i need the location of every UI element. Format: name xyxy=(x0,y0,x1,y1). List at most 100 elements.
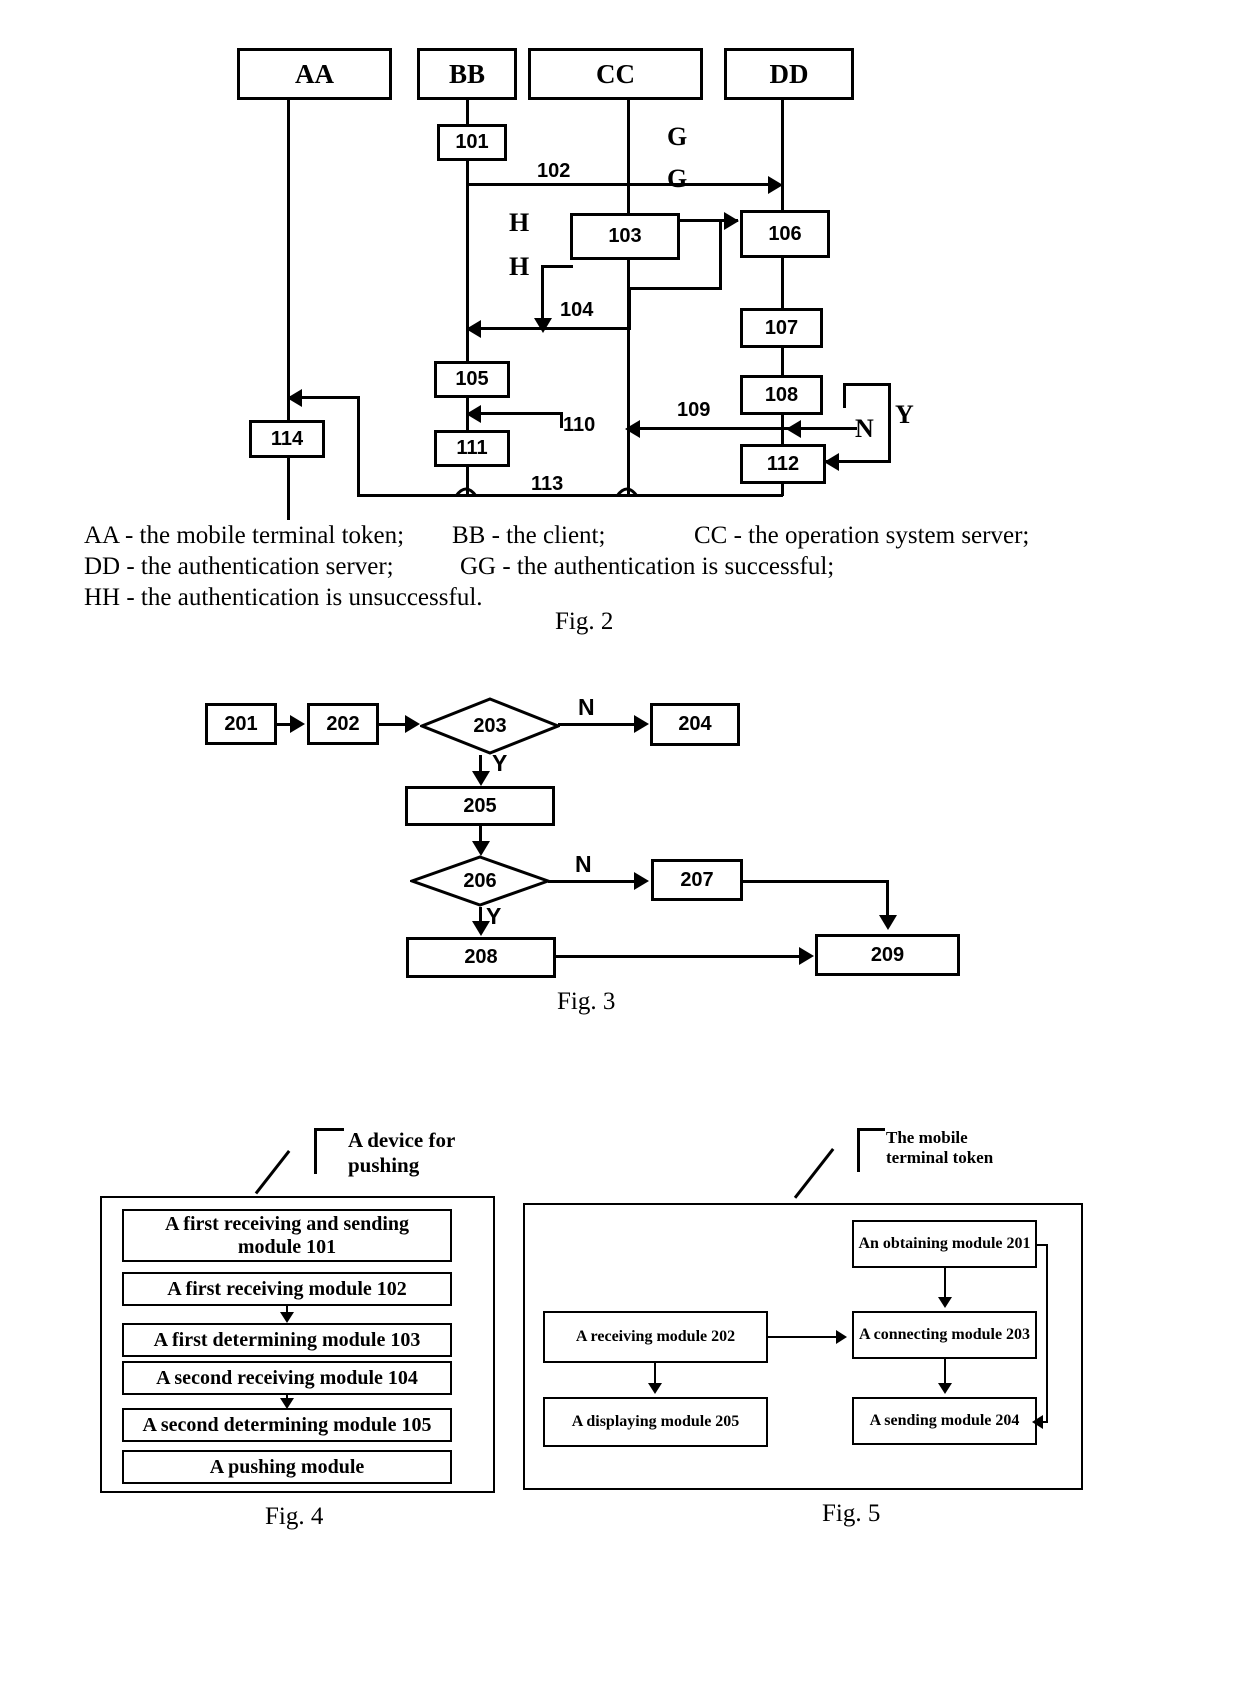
patent-figure-sheet: AA BB CC DD 101 103 106 107 108 112 105 … xyxy=(0,0,1240,1691)
fig5-module-receiving: A receiving module 202 xyxy=(543,1311,768,1363)
fig5-arrow-connecting-sending xyxy=(938,1383,952,1394)
fig5-conn-loop-bottom xyxy=(1043,1421,1048,1423)
fig2-arrow-109 xyxy=(625,420,640,438)
fig2-step-114: 114 xyxy=(249,420,325,458)
fig2-step-103: 103 xyxy=(570,213,680,260)
fig3-conn-202-203 xyxy=(379,723,407,726)
fig2-glyph-y: Y xyxy=(895,400,914,429)
fig3-conn-208-209 xyxy=(556,955,801,958)
fig2-arrow-104-bb xyxy=(466,320,481,338)
fig3-arrow-207-209 xyxy=(879,915,897,930)
fig3-node-207-label: 207 xyxy=(680,868,714,891)
fig2-step-101-label: 101 xyxy=(455,131,489,153)
fig2-step-112-label: 112 xyxy=(766,452,800,475)
fig3-arrow-206-207 xyxy=(634,872,649,890)
fig2-legend-dd: DD - the authentication server; xyxy=(84,553,394,580)
fig2-step-107-label: 107 xyxy=(764,316,799,339)
fig3-edge-203-yes: Y xyxy=(492,750,508,776)
fig3-node-203-label: 203 xyxy=(473,714,507,737)
fig2-step-109-label: 109 xyxy=(677,399,711,421)
fig3-node-208: 208 xyxy=(406,937,556,978)
fig2-lane-label-aa: AA xyxy=(295,58,334,89)
fig2-step-114-label: 114 xyxy=(270,427,304,450)
fig2-glyph-g1: G xyxy=(667,122,688,151)
fig2-caption: Fig. 2 xyxy=(555,608,614,635)
fig3-conn-207-209-v xyxy=(886,880,889,916)
fig2-conn-ny-top xyxy=(843,383,891,386)
fig3-node-202: 202 xyxy=(307,703,379,745)
fig2-step-108: 108 xyxy=(740,375,823,415)
fig4-arrow-104-105 xyxy=(280,1398,294,1409)
fig4-module-102-label: A first receiving module 102 xyxy=(167,1277,407,1300)
fig3-arrow-203-205 xyxy=(472,771,490,786)
fig3-arrow-208-209 xyxy=(799,947,814,965)
fig3-conn-205-206 xyxy=(479,826,482,842)
fig2-conn-ny-stub xyxy=(843,383,846,408)
fig3-node-208-label: 208 xyxy=(464,946,498,968)
fig3-conn-207-209-h xyxy=(743,880,889,883)
fig2-step-107: 107 xyxy=(740,308,823,348)
fig2-step-110-label: 110 xyxy=(563,414,596,436)
fig3-node-206-label: 206 xyxy=(463,869,497,892)
fig2-conn-cc-branch xyxy=(628,287,631,329)
fig4-module-104: A second receiving module 104 xyxy=(122,1361,452,1395)
fig3-node-201-label: 201 xyxy=(224,712,258,735)
fig3-edge-206-no: N xyxy=(575,851,592,877)
fig4-module-103-label: A first determining module 103 xyxy=(153,1328,421,1351)
fig3-arrow-203-204 xyxy=(634,715,649,733)
fig4-module-pushing-label: A pushing module xyxy=(209,1455,365,1478)
fig2-step-104-label: 104 xyxy=(560,299,594,321)
fig5-module-sending-label: A sending module 204 xyxy=(869,1411,1020,1429)
fig3-node-203: 203 xyxy=(420,697,560,755)
fig2-arrow-102 xyxy=(768,176,783,194)
fig4-module-103: A first determining module 103 xyxy=(122,1323,452,1357)
fig2-arrow-ny-bottom xyxy=(824,453,839,471)
fig2-step-108-label: 108 xyxy=(764,383,799,406)
fig3-node-201: 201 xyxy=(205,703,277,745)
fig5-title-bracket-h xyxy=(857,1128,885,1131)
fig5-module-connecting-label: A connecting module 203 xyxy=(858,1325,1031,1343)
fig5-module-sending: A sending module 204 xyxy=(852,1397,1037,1445)
fig2-lane-header-dd: DD xyxy=(724,48,854,100)
fig2-step-106-label: 106 xyxy=(768,222,802,245)
fig3-node-202-label: 202 xyxy=(326,712,360,735)
fig3-arrow-202-203 xyxy=(405,715,420,733)
fig2-arrow-109b xyxy=(786,420,801,438)
fig2-arrow-104 xyxy=(534,318,552,333)
fig4-title-leader xyxy=(254,1150,291,1195)
fig3-conn-201-202 xyxy=(277,723,291,726)
fig4-title-bracket-v xyxy=(314,1128,317,1174)
fig2-step-111-label: 111 xyxy=(456,437,488,459)
fig2-legend-bb: BB - the client; xyxy=(452,522,606,549)
fig4-module-101-label: A first receiving and sending module 101 xyxy=(164,1212,410,1258)
fig5-module-displaying: A displaying module 205 xyxy=(543,1397,768,1447)
fig4-module-105: A second determining module 105 xyxy=(122,1408,452,1442)
fig2-legend-hh: HH - the authentication is unsuccessful. xyxy=(84,584,483,611)
fig2-conn-113 xyxy=(357,494,783,497)
fig3-node-205-label: 205 xyxy=(463,794,497,817)
fig3-node-204: 204 xyxy=(650,703,740,746)
fig2-step-111: 111 xyxy=(434,430,510,467)
fig2-glyph-h2: H xyxy=(509,252,530,281)
fig4-arrow-102-103 xyxy=(280,1312,294,1323)
fig4-caption: Fig. 4 xyxy=(265,1503,324,1530)
fig2-glyph-n: N xyxy=(855,414,874,443)
fig4-title: A device for pushing xyxy=(348,1128,456,1178)
fig2-glyph-h1: H xyxy=(509,208,530,237)
fig2-conn-104-down xyxy=(541,265,544,325)
fig2-step-106: 106 xyxy=(740,210,830,258)
fig5-title-leader xyxy=(793,1148,835,1199)
fig5-conn-obtaining-connecting xyxy=(944,1268,946,1300)
fig3-arrow-205-206 xyxy=(472,841,490,856)
fig2-conn-102 xyxy=(466,183,776,186)
fig4-module-pushing: A pushing module xyxy=(122,1450,452,1484)
fig3-node-204-label: 204 xyxy=(678,713,712,735)
fig4-module-104-label: A second receiving module 104 xyxy=(156,1366,418,1389)
fig5-conn-loop-top xyxy=(1037,1244,1048,1246)
fig2-lane-label-dd: DD xyxy=(769,58,809,89)
fig2-lane-header-aa: AA xyxy=(237,48,392,100)
fig5-conn-connecting-sending xyxy=(944,1359,946,1384)
fig4-title-bracket-h xyxy=(314,1128,344,1131)
fig3-caption: Fig. 3 xyxy=(557,988,616,1015)
fig2-arrow-114 xyxy=(287,389,302,407)
